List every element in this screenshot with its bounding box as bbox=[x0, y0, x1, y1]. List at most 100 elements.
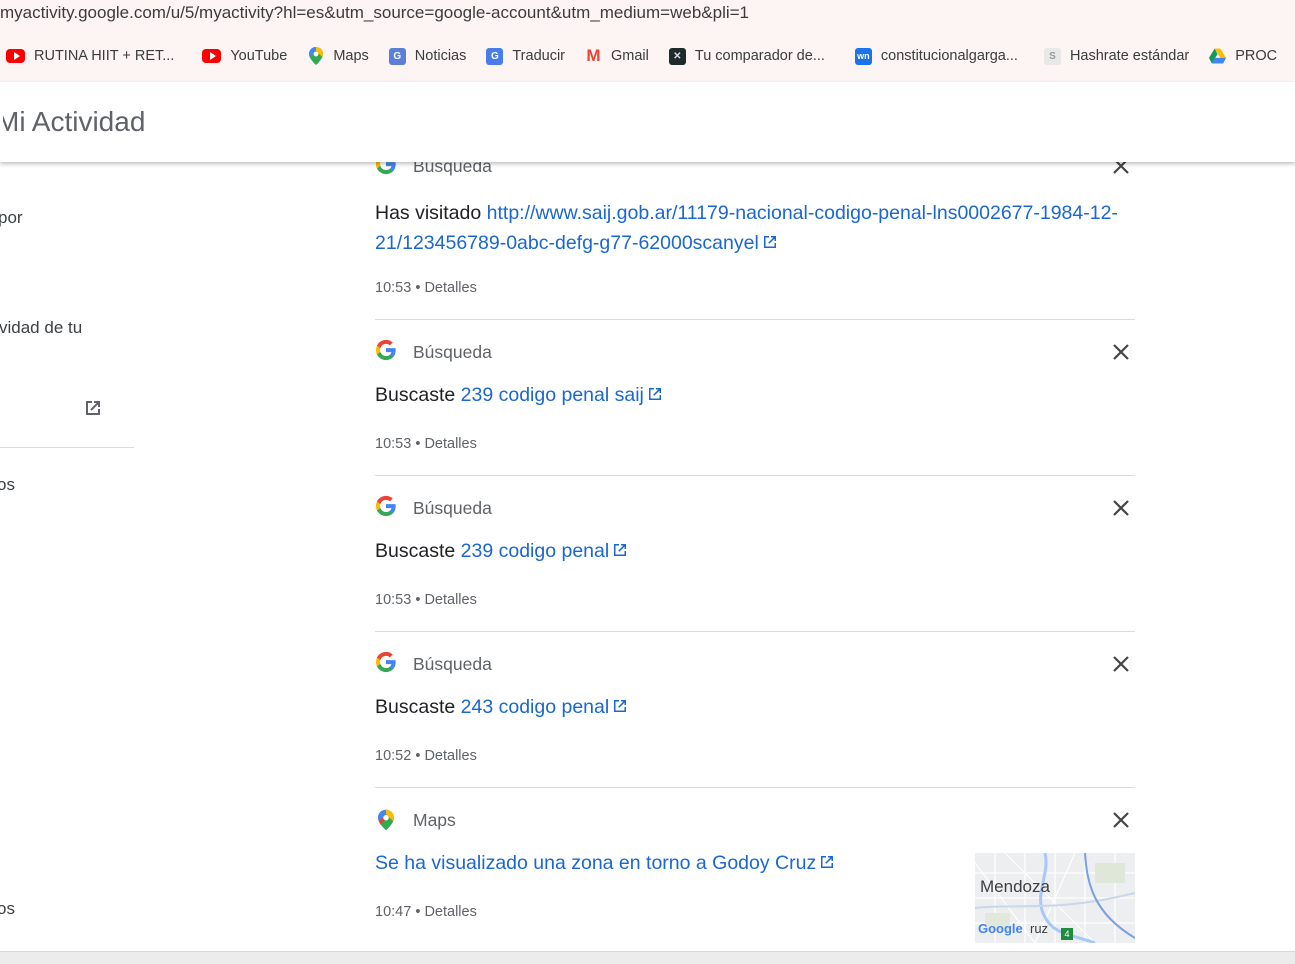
google-g-icon bbox=[375, 339, 397, 366]
external-link-icon bbox=[819, 849, 835, 868]
delete-icon[interactable] bbox=[1111, 342, 1131, 362]
bookmark-comparador[interactable]: ✕ Tu comparador de... bbox=[668, 47, 825, 65]
activity-meta: 10:53 • Detalles bbox=[375, 592, 477, 608]
map-area-label: ruz bbox=[1030, 921, 1049, 936]
external-link-icon bbox=[647, 381, 663, 400]
browser-chrome: myactivity.google.com/u/5/myactivity?hl=… bbox=[0, 0, 1295, 82]
map-thumbnail[interactable]: Mendoza Google ruz 4 bbox=[975, 853, 1135, 943]
meta-separator: • bbox=[415, 436, 421, 452]
gmail-icon: M bbox=[586, 46, 601, 65]
bookmark-youtube[interactable]: YouTube bbox=[202, 48, 287, 64]
youtube-icon bbox=[6, 49, 25, 63]
meta-separator: • bbox=[415, 592, 421, 608]
bookmark-gmail[interactable]: M Gmail bbox=[585, 46, 648, 65]
maps-pin-icon bbox=[375, 809, 397, 831]
activity-meta: 10:47 • Detalles bbox=[375, 904, 477, 920]
bookmark-hashrate[interactable]: S Hashrate estándar bbox=[1043, 47, 1190, 65]
bookmark-label: RUTINA HIIT + RET... bbox=[34, 48, 175, 64]
news-icon: G bbox=[388, 47, 406, 65]
activity-header: Maps bbox=[375, 808, 456, 832]
activity-meta: 10:52 • Detalles bbox=[375, 748, 477, 764]
activity-body: Has visitado http://www.saij.gob.ar/1117… bbox=[375, 198, 1135, 258]
bookmark-label: Traducir bbox=[512, 48, 565, 64]
bookmark-noticias[interactable]: G Noticias bbox=[388, 47, 467, 65]
sidebar-item-label[interactable]: por bbox=[0, 208, 23, 228]
meta-separator: • bbox=[415, 280, 421, 296]
activity-header: Búsqueda bbox=[375, 651, 492, 678]
map-road-badge: 4 bbox=[1061, 928, 1073, 940]
activity-body: Buscaste 243 codigo penal bbox=[375, 692, 1135, 722]
bookmark-label: PROC bbox=[1235, 48, 1278, 64]
sidebar-item-label[interactable]: os bbox=[0, 475, 15, 495]
youtube-icon bbox=[202, 49, 222, 63]
divider bbox=[375, 787, 1135, 788]
activity-link[interactable]: 239 codigo penal saij bbox=[461, 384, 644, 406]
drive-icon bbox=[1209, 48, 1227, 65]
bookmark-rutina[interactable]: RUTINA HIIT + RET... bbox=[6, 48, 174, 64]
details-link[interactable]: Detalles bbox=[424, 904, 476, 920]
activity-link[interactable]: http://www.saij.gob.ar/11179-nacional-co… bbox=[375, 202, 1118, 254]
address-bar[interactable]: myactivity.google.com/u/5/myactivity?hl=… bbox=[0, 0, 749, 26]
sidebar-divider bbox=[0, 447, 134, 448]
activity-prefix: Buscaste bbox=[375, 540, 456, 562]
bookmarks-bar: RUTINA HIIT + RET... YouTube Maps G Noti… bbox=[0, 40, 1295, 72]
activity-body: Se ha visualizado una zona en torno a Go… bbox=[375, 848, 965, 878]
activity-body: Buscaste 239 codigo penal saij bbox=[375, 380, 1135, 410]
activity-header: Búsqueda bbox=[375, 339, 492, 366]
delete-icon[interactable] bbox=[1111, 810, 1131, 830]
wn-icon: wn bbox=[854, 47, 872, 65]
activity-time: 10:53 bbox=[375, 280, 412, 296]
external-link-icon bbox=[612, 537, 628, 556]
activity-prefix: Buscaste bbox=[375, 696, 456, 718]
activity-product: Maps bbox=[413, 809, 456, 830]
activity-body: Buscaste 239 codigo penal bbox=[375, 536, 1135, 566]
google-g-icon bbox=[375, 495, 397, 522]
details-link[interactable]: Detalles bbox=[424, 748, 476, 764]
activity-prefix: Buscaste bbox=[375, 384, 456, 406]
comparator-icon: ✕ bbox=[668, 47, 686, 65]
delete-icon[interactable] bbox=[1111, 654, 1131, 674]
hashrate-icon: S bbox=[1043, 47, 1061, 65]
bookmark-constitucional[interactable]: wn constitucionalgarga... bbox=[854, 47, 1018, 65]
divider bbox=[375, 475, 1135, 476]
bookmark-label: Tu comparador de... bbox=[694, 48, 825, 64]
sidebar-item-label[interactable]: vidad de tu bbox=[0, 318, 82, 338]
bookmark-traducir[interactable]: G Traducir bbox=[486, 47, 565, 65]
open-external-icon[interactable] bbox=[83, 398, 103, 418]
bookmark-maps[interactable]: Maps bbox=[307, 47, 369, 65]
activity-product: Búsqueda bbox=[413, 653, 492, 674]
activity-link[interactable]: 243 codigo penal bbox=[461, 696, 610, 718]
divider bbox=[375, 631, 1135, 632]
activity-time: 10:52 bbox=[375, 748, 412, 764]
sidebar-item-label[interactable]: os bbox=[0, 899, 15, 919]
activity-prefix: Has visitado bbox=[375, 202, 482, 224]
activity-meta: 10:53 • Detalles bbox=[375, 280, 477, 296]
activity-time: 10:47 bbox=[375, 904, 412, 920]
bookmark-label: Maps bbox=[333, 48, 369, 64]
horizontal-scrollbar[interactable] bbox=[0, 951, 1295, 964]
bookmark-proc[interactable]: PROC bbox=[1209, 48, 1277, 65]
activity-header: Búsqueda bbox=[375, 495, 492, 522]
bookmark-label: constitucionalgarga... bbox=[880, 48, 1018, 64]
google-g-icon bbox=[375, 651, 397, 678]
maps-pin-icon bbox=[307, 47, 324, 65]
activity-time: 10:53 bbox=[375, 436, 412, 452]
translate-icon: G bbox=[486, 47, 504, 65]
details-link[interactable]: Detalles bbox=[424, 592, 476, 608]
activity-link[interactable]: 239 codigo penal bbox=[461, 540, 610, 562]
map-city-label: Mendoza bbox=[980, 877, 1050, 896]
meta-separator: • bbox=[415, 904, 421, 920]
bookmark-label: YouTube bbox=[230, 48, 288, 64]
activity-product: Búsqueda bbox=[413, 341, 492, 362]
divider bbox=[375, 319, 1135, 320]
details-link[interactable]: Detalles bbox=[424, 280, 476, 296]
activity-link[interactable]: Se ha visualizado una zona en torno a Go… bbox=[375, 852, 816, 874]
external-link-icon bbox=[762, 229, 778, 248]
meta-separator: • bbox=[415, 748, 421, 764]
delete-icon[interactable] bbox=[1111, 498, 1131, 518]
activity-product: Búsqueda bbox=[413, 497, 492, 518]
bookmark-label: Hashrate estándar bbox=[1069, 48, 1190, 64]
bookmark-label: Noticias bbox=[414, 48, 467, 64]
page-header: Mi Actividad bbox=[0, 82, 1295, 162]
details-link[interactable]: Detalles bbox=[424, 436, 476, 452]
